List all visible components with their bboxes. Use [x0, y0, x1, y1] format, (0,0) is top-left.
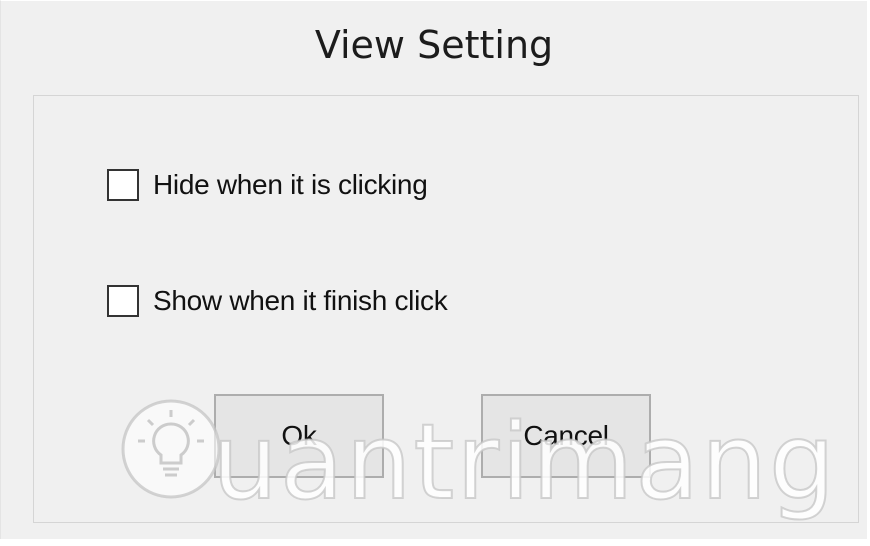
hide-when-clicking-option[interactable]: Hide when it is clicking [107, 167, 428, 203]
view-setting-dialog: View Setting Hide when it is clicking Sh… [0, 0, 867, 539]
ok-button[interactable]: Ok [214, 394, 384, 478]
show-when-finish-label[interactable]: Show when it finish click [153, 285, 448, 317]
show-when-finish-checkbox[interactable] [107, 285, 139, 317]
hide-when-clicking-checkbox[interactable] [107, 169, 139, 201]
cancel-button[interactable]: Cancel [481, 394, 651, 478]
dialog-title: View Setting [314, 23, 554, 67]
show-when-finish-option[interactable]: Show when it finish click [107, 283, 448, 319]
hide-when-clicking-label[interactable]: Hide when it is clicking [153, 169, 428, 201]
